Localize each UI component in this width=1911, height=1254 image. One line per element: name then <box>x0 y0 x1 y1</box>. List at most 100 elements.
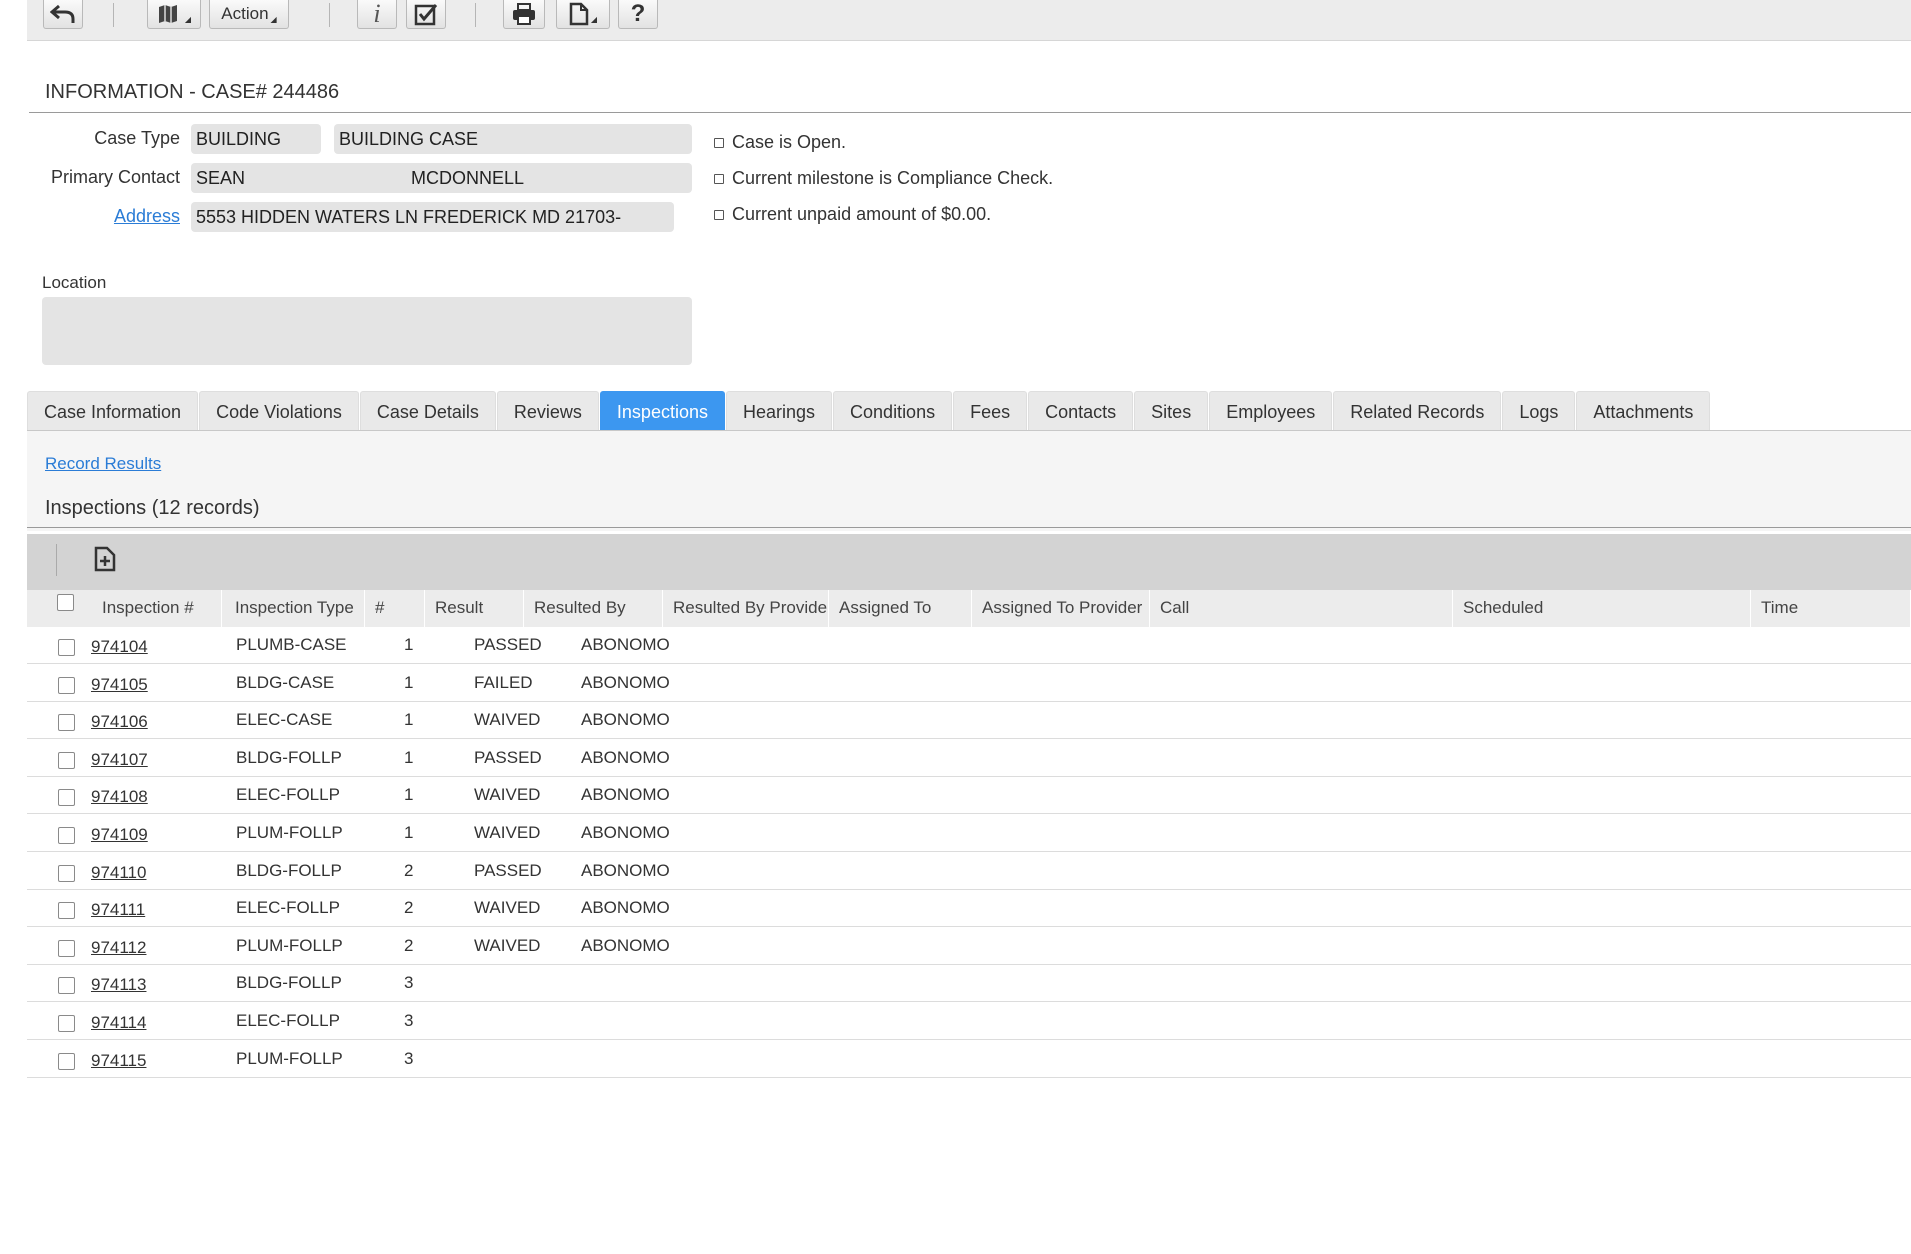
tab-related-records[interactable]: Related Records <box>1333 391 1502 430</box>
question-icon: ? <box>630 0 646 27</box>
row-checkbox[interactable] <box>58 902 75 920</box>
result-cell: PASSED <box>474 747 542 767</box>
column-header[interactable]: Scheduled <box>1453 590 1751 627</box>
row-checkbox[interactable] <box>58 939 75 957</box>
row-checkbox[interactable] <box>58 977 75 995</box>
document-button[interactable]: ◢ <box>556 0 610 29</box>
column-header[interactable]: Inspection Type <box>225 590 365 627</box>
chevron-down-icon: ◢ <box>184 14 192 24</box>
row-checkbox[interactable] <box>58 751 75 769</box>
inspection-number-link[interactable]: 974108 <box>91 779 148 815</box>
info-icon: i <box>373 0 381 28</box>
tab-contacts[interactable]: Contacts <box>1028 391 1134 430</box>
info-button[interactable]: i <box>357 0 397 29</box>
status-item: Current milestone is Compliance Check. <box>714 168 1053 189</box>
inspection-count-cell: 2 <box>404 898 414 918</box>
table-row: 974113 BLDG-FOLLP 3 <box>27 965 1911 1003</box>
inspection-number-link[interactable]: 974109 <box>91 817 148 853</box>
inspection-number-link[interactable]: 974110 <box>91 855 146 891</box>
tab-attachments[interactable]: Attachments <box>1576 391 1711 430</box>
inspection-number-link[interactable]: 974114 <box>91 1005 146 1041</box>
inspection-type-cell: PLUM-FOLLP <box>236 1048 343 1068</box>
row-checkbox[interactable] <box>58 1052 75 1070</box>
resulted-by-cell: ABONOMO <box>581 672 670 692</box>
row-checkbox[interactable] <box>58 789 75 807</box>
add-document-icon[interactable] <box>93 546 117 577</box>
map-button[interactable]: ◢ <box>147 0 201 29</box>
inspection-number-link[interactable]: 974107 <box>91 742 148 778</box>
page-title: INFORMATION - CASE# 244486 <box>45 81 340 103</box>
inspection-type-cell: ELEC-FOLLP <box>236 898 340 918</box>
column-header[interactable]: Assigned To Provider <box>972 590 1150 627</box>
inspection-number-link[interactable]: 974104 <box>91 629 148 665</box>
result-cell: FAILED <box>474 672 533 692</box>
inspection-number-link[interactable]: 974106 <box>91 704 148 740</box>
row-checkbox[interactable] <box>58 1015 75 1032</box>
tab-case-details[interactable]: Case Details <box>359 391 496 430</box>
column-header[interactable]: # <box>365 590 425 627</box>
inspection-type-cell: BLDG-CASE <box>236 672 335 692</box>
tab-hearings[interactable]: Hearings <box>725 391 833 430</box>
inspection-count-cell: 3 <box>404 1011 414 1030</box>
tab-code-violations[interactable]: Code Violations <box>199 391 359 430</box>
tab-case-information[interactable]: Case Information <box>27 391 199 430</box>
table-row: 974108 ELEC-FOLLP 1 WAIVED ABONOMO <box>27 777 1911 815</box>
tab-reviews[interactable]: Reviews <box>496 391 599 430</box>
status-text: Case is Open. <box>732 132 847 152</box>
tab-inspections[interactable]: Inspections <box>599 391 725 430</box>
tab-employees[interactable]: Employees <box>1209 391 1333 430</box>
inspection-number-link[interactable]: 974111 <box>91 892 145 928</box>
inspection-type-cell: PLUM-FOLLP <box>236 823 343 842</box>
action-menu-button[interactable]: Action ◢ <box>209 0 289 29</box>
result-cell: PASSED <box>474 860 542 880</box>
tab-logs[interactable]: Logs <box>1502 391 1576 430</box>
inspection-count-cell: 1 <box>404 785 414 805</box>
contact-first-name: SEAN <box>196 168 246 188</box>
column-header[interactable]: Resulted By Provider <box>663 590 829 627</box>
select-all-checkbox[interactable] <box>57 594 74 611</box>
tab-sites[interactable]: Sites <box>1134 391 1209 430</box>
inspection-type-cell: ELEC-FOLLP <box>236 1011 340 1030</box>
toolbar-separator <box>475 3 476 27</box>
column-header[interactable]: Result <box>425 590 524 627</box>
status-text: Current unpaid amount of $0.00. <box>732 204 992 224</box>
inspection-count-cell: 1 <box>404 710 414 730</box>
square-bullet-icon <box>714 173 724 184</box>
inspection-type-cell: ELEC-FOLLP <box>236 785 340 805</box>
column-header[interactable]: Resulted By <box>524 590 663 627</box>
inspection-number-link[interactable]: 974115 <box>91 1043 146 1079</box>
result-cell: WAIVED <box>474 898 541 918</box>
row-checkbox[interactable] <box>58 864 75 882</box>
row-checkbox[interactable] <box>58 827 75 844</box>
inspection-type-cell: PLUMB-CASE <box>236 635 347 654</box>
inspection-number-link[interactable]: 974113 <box>91 967 146 1003</box>
inspection-type-cell: BLDG-FOLLP <box>236 973 342 993</box>
address-link[interactable]: Address <box>70 206 180 227</box>
column-header[interactable]: Inspection # <box>92 590 222 627</box>
back-button[interactable] <box>43 0 83 29</box>
table-row: 974106 ELEC-CASE 1 WAIVED ABONOMO <box>27 702 1911 740</box>
row-checkbox[interactable] <box>58 639 75 656</box>
undo-arrow-icon <box>50 4 76 24</box>
inspections-title: Inspections (12 records) <box>45 497 260 519</box>
inspection-number-link[interactable]: 974112 <box>91 930 146 966</box>
column-header[interactable]: Call <box>1150 590 1453 627</box>
resulted-by-cell: ABONOMO <box>581 860 670 880</box>
tab-fees[interactable]: Fees <box>953 391 1028 430</box>
checklist-button[interactable] <box>406 0 446 29</box>
inspections-section <box>27 431 1911 531</box>
row-checkbox[interactable] <box>58 676 75 694</box>
inspection-count-cell: 2 <box>404 935 414 955</box>
print-button[interactable] <box>503 0 545 29</box>
record-results-link[interactable]: Record Results <box>45 454 161 474</box>
inspection-number-link[interactable]: 974105 <box>91 667 148 703</box>
column-header[interactable]: Assigned To <box>829 590 972 627</box>
inspection-count-cell: 2 <box>404 860 414 880</box>
inspection-count-cell: 1 <box>404 823 414 842</box>
column-header[interactable]: Time <box>1751 590 1911 627</box>
tab-conditions[interactable]: Conditions <box>833 391 953 430</box>
row-checkbox[interactable] <box>58 714 75 732</box>
inspection-type-cell: PLUM-FOLLP <box>236 935 343 955</box>
help-button[interactable]: ? <box>618 0 658 29</box>
chevron-down-icon: ◢ <box>590 14 598 24</box>
